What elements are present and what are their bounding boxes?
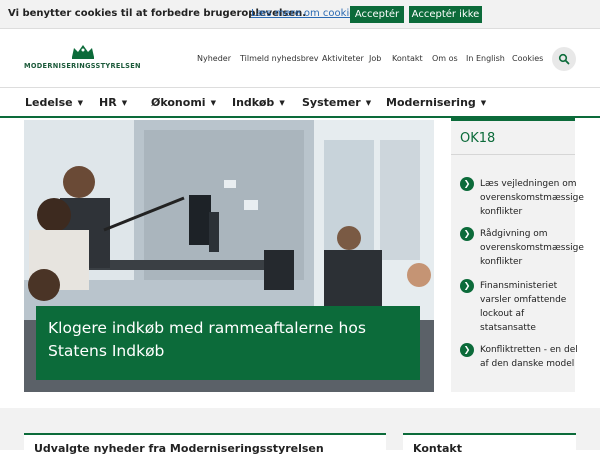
ok18-link-label: Rådgivning om overenskomstmæssige konfli… [480,229,584,267]
ok18-title: OK18 [460,131,496,146]
mainnav-indkob[interactable]: Indkøb ▼ [232,96,285,109]
logo-text: Moderniseringsstyrelsen [24,62,141,70]
ok18-link-label: Konfliktretten - en del af den danske mo… [480,345,578,369]
mainnav-systemer[interactable]: Systemer ▼ [302,96,371,109]
crown-logo-icon [72,45,94,59]
arrow-right-icon: ❯ [460,227,474,241]
mainnav-label: Modernisering [386,96,476,109]
topnav-tilmeld-nyhedsbrev[interactable]: Tilmeld nyhedsbrev [240,54,319,63]
contact-box-title: Kontakt [413,442,462,455]
mainnav-label: Økonomi [151,96,206,109]
site-logo[interactable]: Moderniseringsstyrelsen [24,43,146,73]
news-box: Udvalgte nyheder fra Moderniseringsstyre… [24,433,386,473]
topnav-om-os[interactable]: Om os [432,54,458,63]
topnav-job[interactable]: Job [369,54,381,63]
mainnav-label: HR [99,96,117,109]
mainnav-hr[interactable]: HR ▼ [99,96,127,109]
topnav-in-english[interactable]: In English [466,54,505,63]
mainnav-ledelse[interactable]: Ledelse ▼ [25,96,83,109]
mainnav-label: Systemer [302,96,361,109]
chevron-down-icon: ▼ [365,99,372,107]
chevron-down-icon: ▼ [121,99,128,107]
cookie-accept-button[interactable]: Acceptér [350,6,404,23]
divider [451,154,575,155]
arrow-right-icon: ❯ [460,177,474,191]
mainnav-okonomi[interactable]: Økonomi ▼ [151,96,216,109]
cookie-decline-button[interactable]: Acceptér ikke [409,6,482,23]
ok18-panel: OK18 ❯ Læs vejledningen om overenskomstm… [451,118,584,392]
ok18-link-label: Læs vejledningen om overenskomstmæssige … [480,179,584,217]
search-button[interactable] [552,47,576,71]
mainnav-label: Ledelse [25,96,73,109]
chevron-down-icon: ▼ [210,99,216,107]
hero-banner[interactable]: Klogere indkøb med rammeaftalerne hos St… [24,120,434,392]
ok18-link-label: Finansministeriet varsler omfattende loc… [480,281,567,333]
topnav-aktiviteter[interactable]: Aktiviteter [322,54,364,63]
site-header: Moderniseringsstyrelsen Nyheder Tilmeld … [0,29,600,87]
hero-caption[interactable]: Klogere indkøb med rammeaftalerne hos St… [36,306,420,380]
chevron-down-icon: ▼ [480,99,487,107]
arrow-right-icon: ❯ [460,343,474,357]
news-box-title: Udvalgte nyheder fra Moderniseringsstyre… [34,442,324,455]
topnav-kontakt[interactable]: Kontakt [392,54,423,63]
main-navigation: Ledelse ▼ HR ▼ Økonomi ▼ Indkøb ▼ Systemer ▼ … [0,87,600,118]
chevron-down-icon: ▼ [279,99,285,107]
arrow-right-icon: ❯ [460,279,474,293]
chevron-down-icon: ▼ [77,99,83,107]
cookie-read-more-link[interactable]: Læs mere om cookies [251,8,361,19]
mainnav-label: Indkøb [232,96,275,109]
topnav-cookies[interactable]: Cookies [512,54,543,63]
cookie-bar: Vi benytter cookies til at forbedre brug… [0,0,600,29]
mainnav-modernisering[interactable]: Modernisering ▼ [386,96,486,109]
search-icon [558,53,570,65]
topnav-nyheder[interactable]: Nyheder [197,54,231,63]
contact-box: Kontakt [403,433,576,473]
